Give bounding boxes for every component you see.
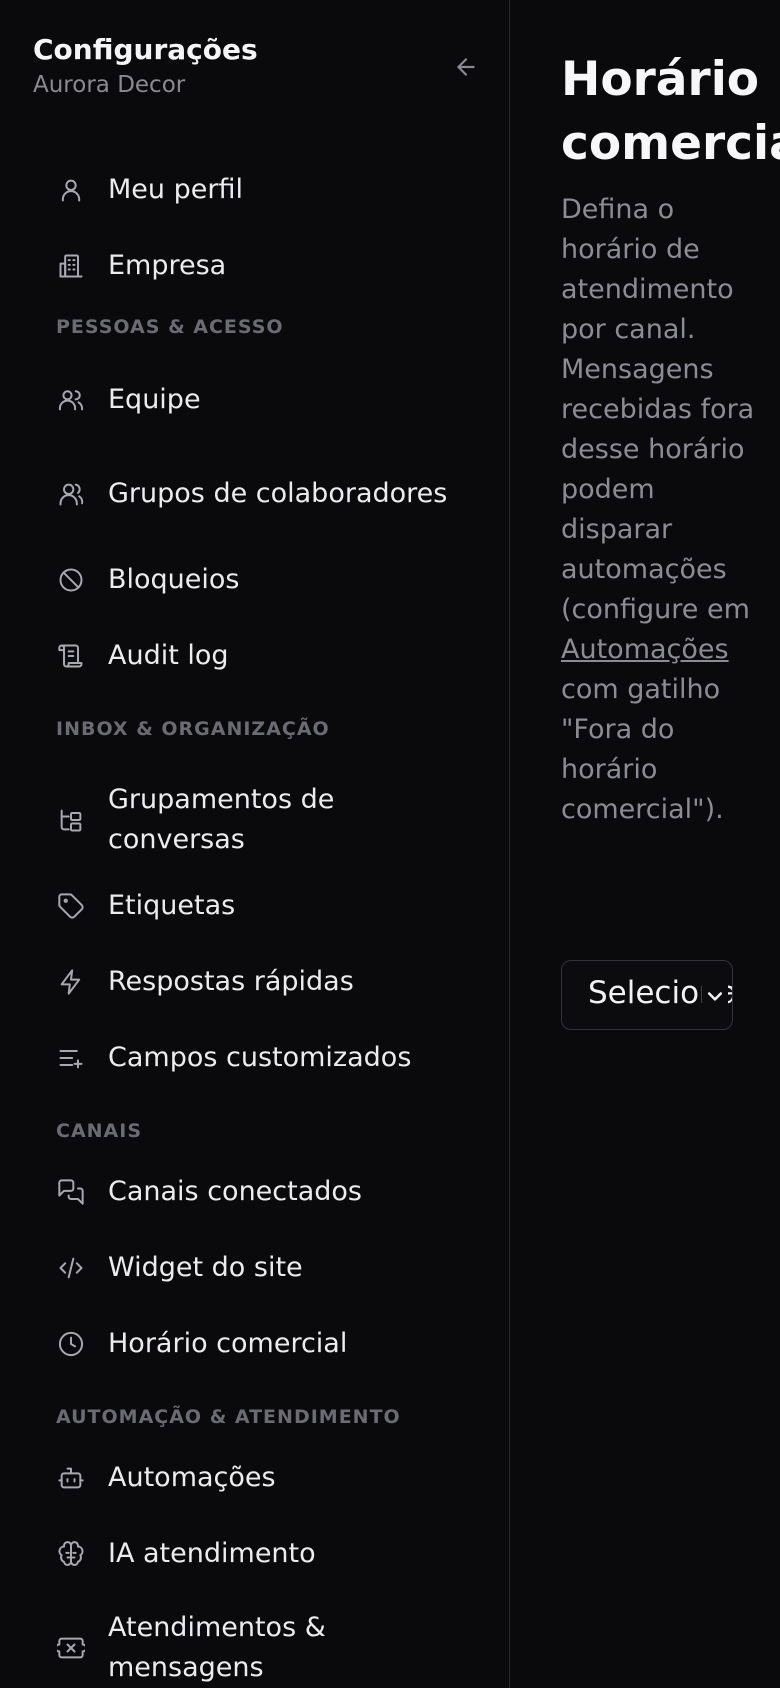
settings-app: Configurações Aurora Decor Meu perfil Em… xyxy=(0,0,780,1688)
bot-icon xyxy=(56,1463,86,1493)
nav-item-respostas-rapidas[interactable]: Respostas rápidas xyxy=(40,950,480,1014)
brain-icon xyxy=(56,1539,86,1569)
building-icon xyxy=(56,251,86,281)
nav-item-etiquetas[interactable]: Etiquetas xyxy=(40,874,480,938)
user-icon xyxy=(56,175,86,205)
description-text: com gatilho "Fora do horário comercial")… xyxy=(561,674,724,825)
page-description: Defina o horário de atendimento por cana… xyxy=(561,190,766,830)
nav-item-meu-perfil[interactable]: Meu perfil xyxy=(40,158,480,222)
nav-item-label: Equipe xyxy=(108,384,201,415)
nav-item-ia-atendimento[interactable]: IA atendimento xyxy=(40,1522,480,1586)
nav-item-label: Canais conectados xyxy=(108,1176,362,1207)
tag-icon xyxy=(56,891,86,921)
nav-item-label: Widget do site xyxy=(108,1252,303,1283)
ticket-icon xyxy=(56,1633,86,1663)
nav-item-horario-comercial[interactable]: Horário comercial xyxy=(40,1312,480,1376)
nav-item-label: Respostas rápidas xyxy=(108,966,354,997)
nav-item-label: Empresa xyxy=(108,250,227,281)
description-text: Defina o horário de atendimento por cana… xyxy=(561,194,755,625)
nav-item-label: Automações xyxy=(108,1462,276,1493)
section-label-pessoas-acesso: PESSOAS & ACESSO xyxy=(56,316,284,338)
list-plus-icon xyxy=(56,1043,86,1073)
scroll-icon xyxy=(56,641,86,671)
clock-icon xyxy=(56,1329,86,1359)
nav-item-label: Etiquetas xyxy=(108,890,236,921)
nav-item-atendimentos-mensagens[interactable]: Atendimentos & mensagens xyxy=(40,1598,480,1688)
tree-icon xyxy=(56,805,86,835)
settings-sidebar: Configurações Aurora Decor Meu perfil Em… xyxy=(0,0,510,1688)
nav-item-label: Atendimentos & mensagens xyxy=(108,1612,326,1683)
back-button[interactable] xyxy=(447,48,485,86)
channel-select[interactable]: Selecionar canal xyxy=(561,960,733,1030)
nav-item-equipe[interactable]: Equipe xyxy=(40,368,480,432)
section-label-inbox-organizacao: INBOX & ORGANIZAÇÃO xyxy=(56,718,330,740)
nav-item-label: Horário comercial xyxy=(108,1328,348,1359)
nav-item-campos-customizados[interactable]: Campos customizados xyxy=(40,1026,480,1090)
section-label-canais: CANAIS xyxy=(56,1120,143,1142)
nav-item-label: Grupos de colaboradores xyxy=(108,478,448,509)
nav-item-label: Audit log xyxy=(108,640,229,671)
nav-item-canais-conectados[interactable]: Canais conectados xyxy=(40,1160,480,1224)
nav-item-label: Meu perfil xyxy=(108,174,243,205)
nav-item-audit-log[interactable]: Audit log xyxy=(40,624,480,688)
section-label-automacao-atendimento: AUTOMAÇÃO & ATENDIMENTO xyxy=(56,1406,401,1428)
nav-item-label: Grupamentos de conversas xyxy=(108,784,335,855)
workspace-name: Aurora Decor xyxy=(33,72,186,98)
users-icon xyxy=(56,385,86,415)
ban-icon xyxy=(56,565,86,595)
code-icon xyxy=(56,1253,86,1283)
user-group-icon xyxy=(56,479,86,509)
page-title: Horário comercial xyxy=(561,52,780,171)
nav-item-label: Bloqueios xyxy=(108,564,240,595)
nav-item-empresa[interactable]: Empresa xyxy=(40,234,480,298)
arrow-left-icon xyxy=(457,58,475,76)
nav-item-label: Campos customizados xyxy=(108,1042,412,1073)
nav-item-widget-do-site[interactable]: Widget do site xyxy=(40,1236,480,1300)
nav-item-automacoes[interactable]: Automações xyxy=(40,1446,480,1510)
nav-item-label: IA atendimento xyxy=(108,1538,316,1569)
zap-icon xyxy=(56,967,86,997)
nav-item-grupamentos-de-conversas[interactable]: Grupamentos de conversas xyxy=(40,770,480,870)
main-content: Horário comercial Defina o horário de at… xyxy=(511,0,780,1688)
nav-item-bloqueios[interactable]: Bloqueios xyxy=(40,548,480,612)
chevron-down-icon xyxy=(702,983,728,1009)
sidebar-header: Configurações Aurora Decor xyxy=(33,32,478,112)
nav-item-grupos-de-colaboradores[interactable]: Grupos de colaboradores xyxy=(40,444,480,544)
messages-icon xyxy=(56,1177,86,1207)
automacoes-link[interactable]: Automações xyxy=(561,634,729,665)
sidebar-title: Configurações xyxy=(33,33,258,66)
